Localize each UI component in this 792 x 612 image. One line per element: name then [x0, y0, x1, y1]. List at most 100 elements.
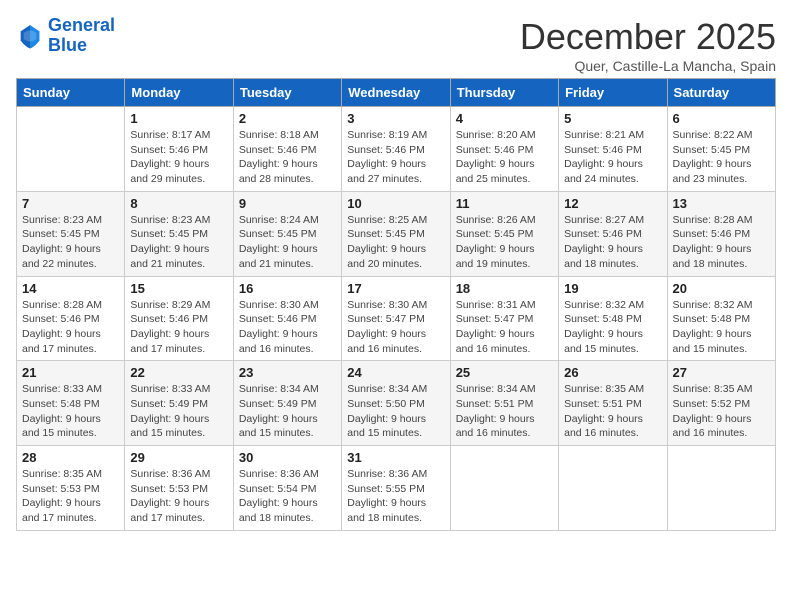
weekday-header: Wednesday [342, 79, 450, 107]
calendar-cell: 3 Sunrise: 8:19 AM Sunset: 5:46 PM Dayli… [342, 107, 450, 192]
calendar-cell: 5 Sunrise: 8:21 AM Sunset: 5:46 PM Dayli… [559, 107, 667, 192]
calendar-cell: 18 Sunrise: 8:31 AM Sunset: 5:47 PM Dayl… [450, 276, 558, 361]
calendar-cell: 6 Sunrise: 8:22 AM Sunset: 5:45 PM Dayli… [667, 107, 775, 192]
weekday-header: Saturday [667, 79, 775, 107]
calendar-cell: 13 Sunrise: 8:28 AM Sunset: 5:46 PM Dayl… [667, 191, 775, 276]
calendar-cell: 22 Sunrise: 8:33 AM Sunset: 5:49 PM Dayl… [125, 361, 233, 446]
day-info: Sunrise: 8:30 AM Sunset: 5:47 PM Dayligh… [347, 298, 444, 357]
day-info: Sunrise: 8:18 AM Sunset: 5:46 PM Dayligh… [239, 128, 336, 187]
calendar-cell: 9 Sunrise: 8:24 AM Sunset: 5:45 PM Dayli… [233, 191, 341, 276]
day-number: 26 [564, 365, 661, 380]
calendar-cell [667, 446, 775, 531]
day-info: Sunrise: 8:30 AM Sunset: 5:46 PM Dayligh… [239, 298, 336, 357]
day-info: Sunrise: 8:36 AM Sunset: 5:54 PM Dayligh… [239, 467, 336, 526]
day-number: 16 [239, 281, 336, 296]
calendar-cell: 16 Sunrise: 8:30 AM Sunset: 5:46 PM Dayl… [233, 276, 341, 361]
calendar-cell: 4 Sunrise: 8:20 AM Sunset: 5:46 PM Dayli… [450, 107, 558, 192]
day-number: 31 [347, 450, 444, 465]
day-number: 13 [673, 196, 770, 211]
calendar-cell: 30 Sunrise: 8:36 AM Sunset: 5:54 PM Dayl… [233, 446, 341, 531]
logo-icon [16, 22, 44, 50]
calendar-cell: 10 Sunrise: 8:25 AM Sunset: 5:45 PM Dayl… [342, 191, 450, 276]
day-number: 24 [347, 365, 444, 380]
calendar-cell: 2 Sunrise: 8:18 AM Sunset: 5:46 PM Dayli… [233, 107, 341, 192]
day-info: Sunrise: 8:28 AM Sunset: 5:46 PM Dayligh… [673, 213, 770, 272]
calendar-week-row: 21 Sunrise: 8:33 AM Sunset: 5:48 PM Dayl… [17, 361, 776, 446]
calendar-week-row: 7 Sunrise: 8:23 AM Sunset: 5:45 PM Dayli… [17, 191, 776, 276]
day-number: 7 [22, 196, 119, 211]
weekday-header: Monday [125, 79, 233, 107]
day-number: 5 [564, 111, 661, 126]
calendar-cell: 31 Sunrise: 8:36 AM Sunset: 5:55 PM Dayl… [342, 446, 450, 531]
calendar-cell: 23 Sunrise: 8:34 AM Sunset: 5:49 PM Dayl… [233, 361, 341, 446]
day-number: 4 [456, 111, 553, 126]
day-number: 2 [239, 111, 336, 126]
day-number: 18 [456, 281, 553, 296]
day-info: Sunrise: 8:32 AM Sunset: 5:48 PM Dayligh… [564, 298, 661, 357]
logo-line1: General [48, 15, 115, 35]
day-info: Sunrise: 8:20 AM Sunset: 5:46 PM Dayligh… [456, 128, 553, 187]
day-info: Sunrise: 8:23 AM Sunset: 5:45 PM Dayligh… [22, 213, 119, 272]
calendar-cell [450, 446, 558, 531]
day-info: Sunrise: 8:33 AM Sunset: 5:49 PM Dayligh… [130, 382, 227, 441]
calendar-week-row: 1 Sunrise: 8:17 AM Sunset: 5:46 PM Dayli… [17, 107, 776, 192]
weekday-header: Friday [559, 79, 667, 107]
calendar-cell: 14 Sunrise: 8:28 AM Sunset: 5:46 PM Dayl… [17, 276, 125, 361]
day-info: Sunrise: 8:34 AM Sunset: 5:50 PM Dayligh… [347, 382, 444, 441]
weekday-header-row: SundayMondayTuesdayWednesdayThursdayFrid… [17, 79, 776, 107]
title-block: December 2025 Quer, Castille-La Mancha, … [520, 16, 776, 74]
day-info: Sunrise: 8:26 AM Sunset: 5:45 PM Dayligh… [456, 213, 553, 272]
day-info: Sunrise: 8:32 AM Sunset: 5:48 PM Dayligh… [673, 298, 770, 357]
weekday-header: Sunday [17, 79, 125, 107]
day-info: Sunrise: 8:22 AM Sunset: 5:45 PM Dayligh… [673, 128, 770, 187]
day-info: Sunrise: 8:34 AM Sunset: 5:51 PM Dayligh… [456, 382, 553, 441]
calendar-cell: 24 Sunrise: 8:34 AM Sunset: 5:50 PM Dayl… [342, 361, 450, 446]
day-number: 10 [347, 196, 444, 211]
calendar-cell: 27 Sunrise: 8:35 AM Sunset: 5:52 PM Dayl… [667, 361, 775, 446]
calendar-cell: 17 Sunrise: 8:30 AM Sunset: 5:47 PM Dayl… [342, 276, 450, 361]
day-number: 11 [456, 196, 553, 211]
day-info: Sunrise: 8:33 AM Sunset: 5:48 PM Dayligh… [22, 382, 119, 441]
day-number: 29 [130, 450, 227, 465]
calendar-cell: 28 Sunrise: 8:35 AM Sunset: 5:53 PM Dayl… [17, 446, 125, 531]
calendar-cell: 21 Sunrise: 8:33 AM Sunset: 5:48 PM Dayl… [17, 361, 125, 446]
page-header: General Blue December 2025 Quer, Castill… [16, 16, 776, 74]
day-number: 22 [130, 365, 227, 380]
calendar-cell: 29 Sunrise: 8:36 AM Sunset: 5:53 PM Dayl… [125, 446, 233, 531]
day-number: 28 [22, 450, 119, 465]
calendar-cell: 25 Sunrise: 8:34 AM Sunset: 5:51 PM Dayl… [450, 361, 558, 446]
day-number: 9 [239, 196, 336, 211]
weekday-header: Thursday [450, 79, 558, 107]
weekday-header: Tuesday [233, 79, 341, 107]
day-number: 3 [347, 111, 444, 126]
day-number: 25 [456, 365, 553, 380]
calendar-cell: 20 Sunrise: 8:32 AM Sunset: 5:48 PM Dayl… [667, 276, 775, 361]
calendar-cell: 19 Sunrise: 8:32 AM Sunset: 5:48 PM Dayl… [559, 276, 667, 361]
day-info: Sunrise: 8:35 AM Sunset: 5:53 PM Dayligh… [22, 467, 119, 526]
day-number: 1 [130, 111, 227, 126]
day-info: Sunrise: 8:25 AM Sunset: 5:45 PM Dayligh… [347, 213, 444, 272]
day-number: 14 [22, 281, 119, 296]
calendar-cell: 8 Sunrise: 8:23 AM Sunset: 5:45 PM Dayli… [125, 191, 233, 276]
day-number: 23 [239, 365, 336, 380]
calendar-cell [559, 446, 667, 531]
day-number: 17 [347, 281, 444, 296]
day-number: 6 [673, 111, 770, 126]
calendar-cell: 12 Sunrise: 8:27 AM Sunset: 5:46 PM Dayl… [559, 191, 667, 276]
day-number: 15 [130, 281, 227, 296]
day-info: Sunrise: 8:21 AM Sunset: 5:46 PM Dayligh… [564, 128, 661, 187]
logo-text: General Blue [48, 16, 115, 56]
day-number: 12 [564, 196, 661, 211]
day-info: Sunrise: 8:34 AM Sunset: 5:49 PM Dayligh… [239, 382, 336, 441]
day-number: 20 [673, 281, 770, 296]
logo: General Blue [16, 16, 115, 56]
month-title: December 2025 [520, 16, 776, 58]
logo-line2: Blue [48, 35, 87, 55]
subtitle: Quer, Castille-La Mancha, Spain [520, 58, 776, 74]
day-info: Sunrise: 8:35 AM Sunset: 5:51 PM Dayligh… [564, 382, 661, 441]
calendar-table: SundayMondayTuesdayWednesdayThursdayFrid… [16, 78, 776, 531]
day-info: Sunrise: 8:35 AM Sunset: 5:52 PM Dayligh… [673, 382, 770, 441]
calendar-cell: 15 Sunrise: 8:29 AM Sunset: 5:46 PM Dayl… [125, 276, 233, 361]
day-info: Sunrise: 8:28 AM Sunset: 5:46 PM Dayligh… [22, 298, 119, 357]
calendar-week-row: 14 Sunrise: 8:28 AM Sunset: 5:46 PM Dayl… [17, 276, 776, 361]
